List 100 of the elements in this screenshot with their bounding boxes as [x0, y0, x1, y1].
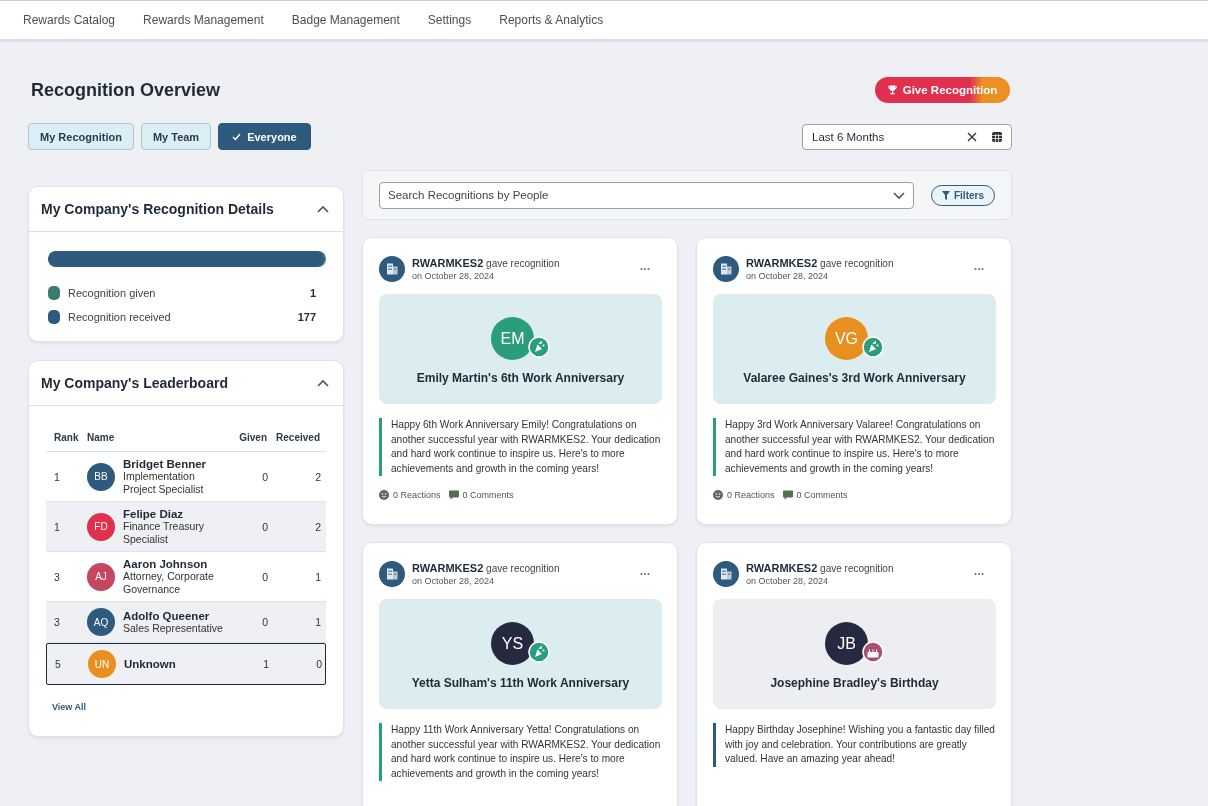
chevron-up-icon[interactable] — [317, 379, 329, 387]
party-popper-icon — [862, 336, 884, 358]
user-role: Sales Representative — [123, 621, 224, 635]
received-cell-text: 1 — [314, 570, 322, 583]
comment-icon[interactable] — [782, 490, 793, 500]
given-cell-text: 1 — [262, 658, 270, 670]
user-name: Unknown — [124, 658, 177, 670]
user-avatar: AJ — [87, 562, 115, 591]
recognition-headline: RWARMKES2 gave recognition — [412, 562, 561, 574]
recipient-avatar: VG — [825, 317, 868, 360]
legend-label: Recognition received — [68, 311, 172, 323]
reactions-count[interactable]: 0 Reactions — [393, 490, 441, 500]
view-all-link[interactable]: View All — [52, 702, 86, 712]
recognition-message: Happy 3rd Work Anniversary Valaree! Congratulations on another successful year with RWARMKES2. Your dedication and hard work continue to inspire us. Here's to more achievements and growth in the coming years! — [713, 418, 996, 476]
nav-link[interactable]: Rewards Catalog — [23, 13, 116, 27]
column-header: Rank — [53, 432, 79, 443]
filter-icon — [942, 190, 950, 200]
given-cell-text: 0 — [261, 570, 269, 583]
recognition-headline: RWARMKES2 gave recognition — [412, 257, 561, 269]
more-icon[interactable] — [640, 572, 650, 576]
legend-label: Recognition given — [68, 287, 157, 299]
comments-count[interactable]: 0 Comments — [796, 490, 848, 500]
card-title: My Company's Recognition Details — [41, 201, 274, 217]
card-title: My Company's Leaderboard — [41, 375, 228, 391]
rank-cell-text: 3 — [53, 570, 61, 583]
user-avatar: UN — [88, 650, 116, 678]
calendar-icon[interactable] — [992, 131, 1002, 142]
building-icon — [713, 256, 739, 282]
banner-title: Josephine Bradley's Birthday — [770, 676, 939, 690]
legend-value: 1 — [309, 287, 316, 299]
check-icon — [232, 132, 242, 141]
recipient-avatar: EM — [491, 317, 534, 360]
given-cell-text: 0 — [261, 520, 269, 533]
banner-title: Emily Martin's 6th Work Anniversary — [416, 371, 625, 385]
column-header: Given — [238, 432, 268, 443]
nav-link[interactable]: Rewards Management — [143, 13, 264, 27]
building-icon — [379, 561, 405, 587]
received-cell-text: 0 — [315, 658, 323, 670]
scope-tab[interactable]: My Recognition — [28, 123, 134, 150]
give-recognition-button[interactable]: Give Recognition — [875, 77, 1010, 103]
recognition-date: on October 28, 2024 — [412, 271, 496, 281]
legend-value: 177 — [297, 311, 316, 323]
search-field[interactable]: Search Recognitions by People — [379, 181, 914, 209]
user-name: Bridget Benner — [123, 458, 208, 470]
scope-tab[interactable]: My Team — [140, 123, 212, 150]
recognition-message: Happy 6th Work Anniversary Emily! Congratulations on another successful year with RWARMKES2. Your dedication and hard work continue to inspire us. Here's to more achievements and growth in the coming years! — [379, 418, 662, 476]
rank-cell-text: 1 — [53, 520, 61, 533]
recognition-date: on October 28, 2024 — [746, 271, 830, 281]
user-avatar: FD — [87, 512, 115, 541]
given-cell-text: 0 — [261, 616, 269, 628]
smiley-icon[interactable] — [713, 490, 723, 500]
leaderboard-row[interactable]: 3 AQ Adolfo Queener Sales Representative 0 1 — [46, 602, 326, 643]
recipient-avatar: YS — [491, 622, 534, 665]
rank-cell-text: 1 — [53, 470, 61, 483]
received-cell-text: 1 — [314, 616, 322, 628]
smiley-icon[interactable] — [379, 490, 389, 500]
leaderboard-row[interactable]: 5 UN Unknown 1 0 — [46, 643, 326, 685]
scope-tab[interactable]: Everyone — [218, 123, 311, 150]
recognition-message: Happy 11th Work Anniversary Yetta! Congratulations on another successful year with RWARMKES2. Your dedication and hard work continue to inspire us. Here's to more achievements and growth in the coming years! — [379, 723, 662, 781]
user-role: Implementation Project Specialist — [123, 470, 205, 495]
building-icon — [379, 256, 405, 282]
filters-button[interactable]: Filters — [931, 184, 995, 206]
more-icon[interactable] — [974, 267, 984, 271]
user-avatar: BB — [87, 462, 115, 491]
column-header: Received — [275, 432, 321, 443]
column-header: Name — [86, 432, 116, 443]
recognition-headline: RWARMKES2 gave recognition — [746, 562, 895, 574]
cake-icon — [862, 641, 884, 663]
user-role: Attorney, Corporate Governance — [123, 570, 215, 595]
nav-link[interactable]: Reports & Analytics — [499, 13, 604, 27]
more-icon[interactable] — [640, 267, 650, 271]
rank-cell-text: 5 — [54, 658, 62, 670]
chevron-up-icon[interactable] — [317, 205, 329, 213]
nav-link[interactable]: Badge Management — [291, 13, 400, 27]
more-icon[interactable] — [974, 572, 984, 576]
reactions-count[interactable]: 0 Reactions — [727, 490, 775, 500]
given-cell-text: 0 — [261, 470, 269, 483]
building-icon — [713, 561, 739, 587]
received-cell-text: 2 — [314, 520, 322, 533]
recognition-message: Happy Birthday Josephine! Wishing you a fantastic day filled with joy and celebration. Your contributions are greatly valued. Have an amazing year ahead! — [713, 723, 996, 767]
trophy-icon — [887, 85, 897, 95]
page-title: Recognition Overview — [31, 79, 221, 101]
nav-link[interactable]: Settings — [427, 13, 472, 27]
date-range-field[interactable]: Last 6 Months — [802, 123, 1012, 150]
party-popper-icon — [528, 641, 550, 663]
leaderboard-row[interactable]: 1 FD Felipe Diaz Finance Treasury Specialist 0 2 — [46, 502, 326, 552]
user-avatar: AQ — [87, 608, 115, 636]
user-role: Finance Treasury Specialist — [123, 520, 206, 545]
party-popper-icon — [528, 336, 550, 358]
banner-title: Yetta Sulham's 11th Work Anniversary — [411, 676, 630, 690]
comment-icon[interactable] — [448, 490, 459, 500]
user-name: Felipe Diaz — [123, 508, 185, 520]
user-name: Aaron Johnson — [123, 558, 209, 570]
chevron-down-icon[interactable] — [893, 191, 905, 200]
banner-title: Valaree Gaines's 3rd Work Anniversary — [743, 371, 966, 385]
comments-count[interactable]: 0 Comments — [462, 490, 514, 500]
received-cell-text: 2 — [314, 470, 322, 483]
close-icon[interactable] — [967, 131, 977, 142]
user-name: Adolfo Queener — [123, 609, 211, 622]
recipient-avatar: JB — [825, 622, 868, 665]
